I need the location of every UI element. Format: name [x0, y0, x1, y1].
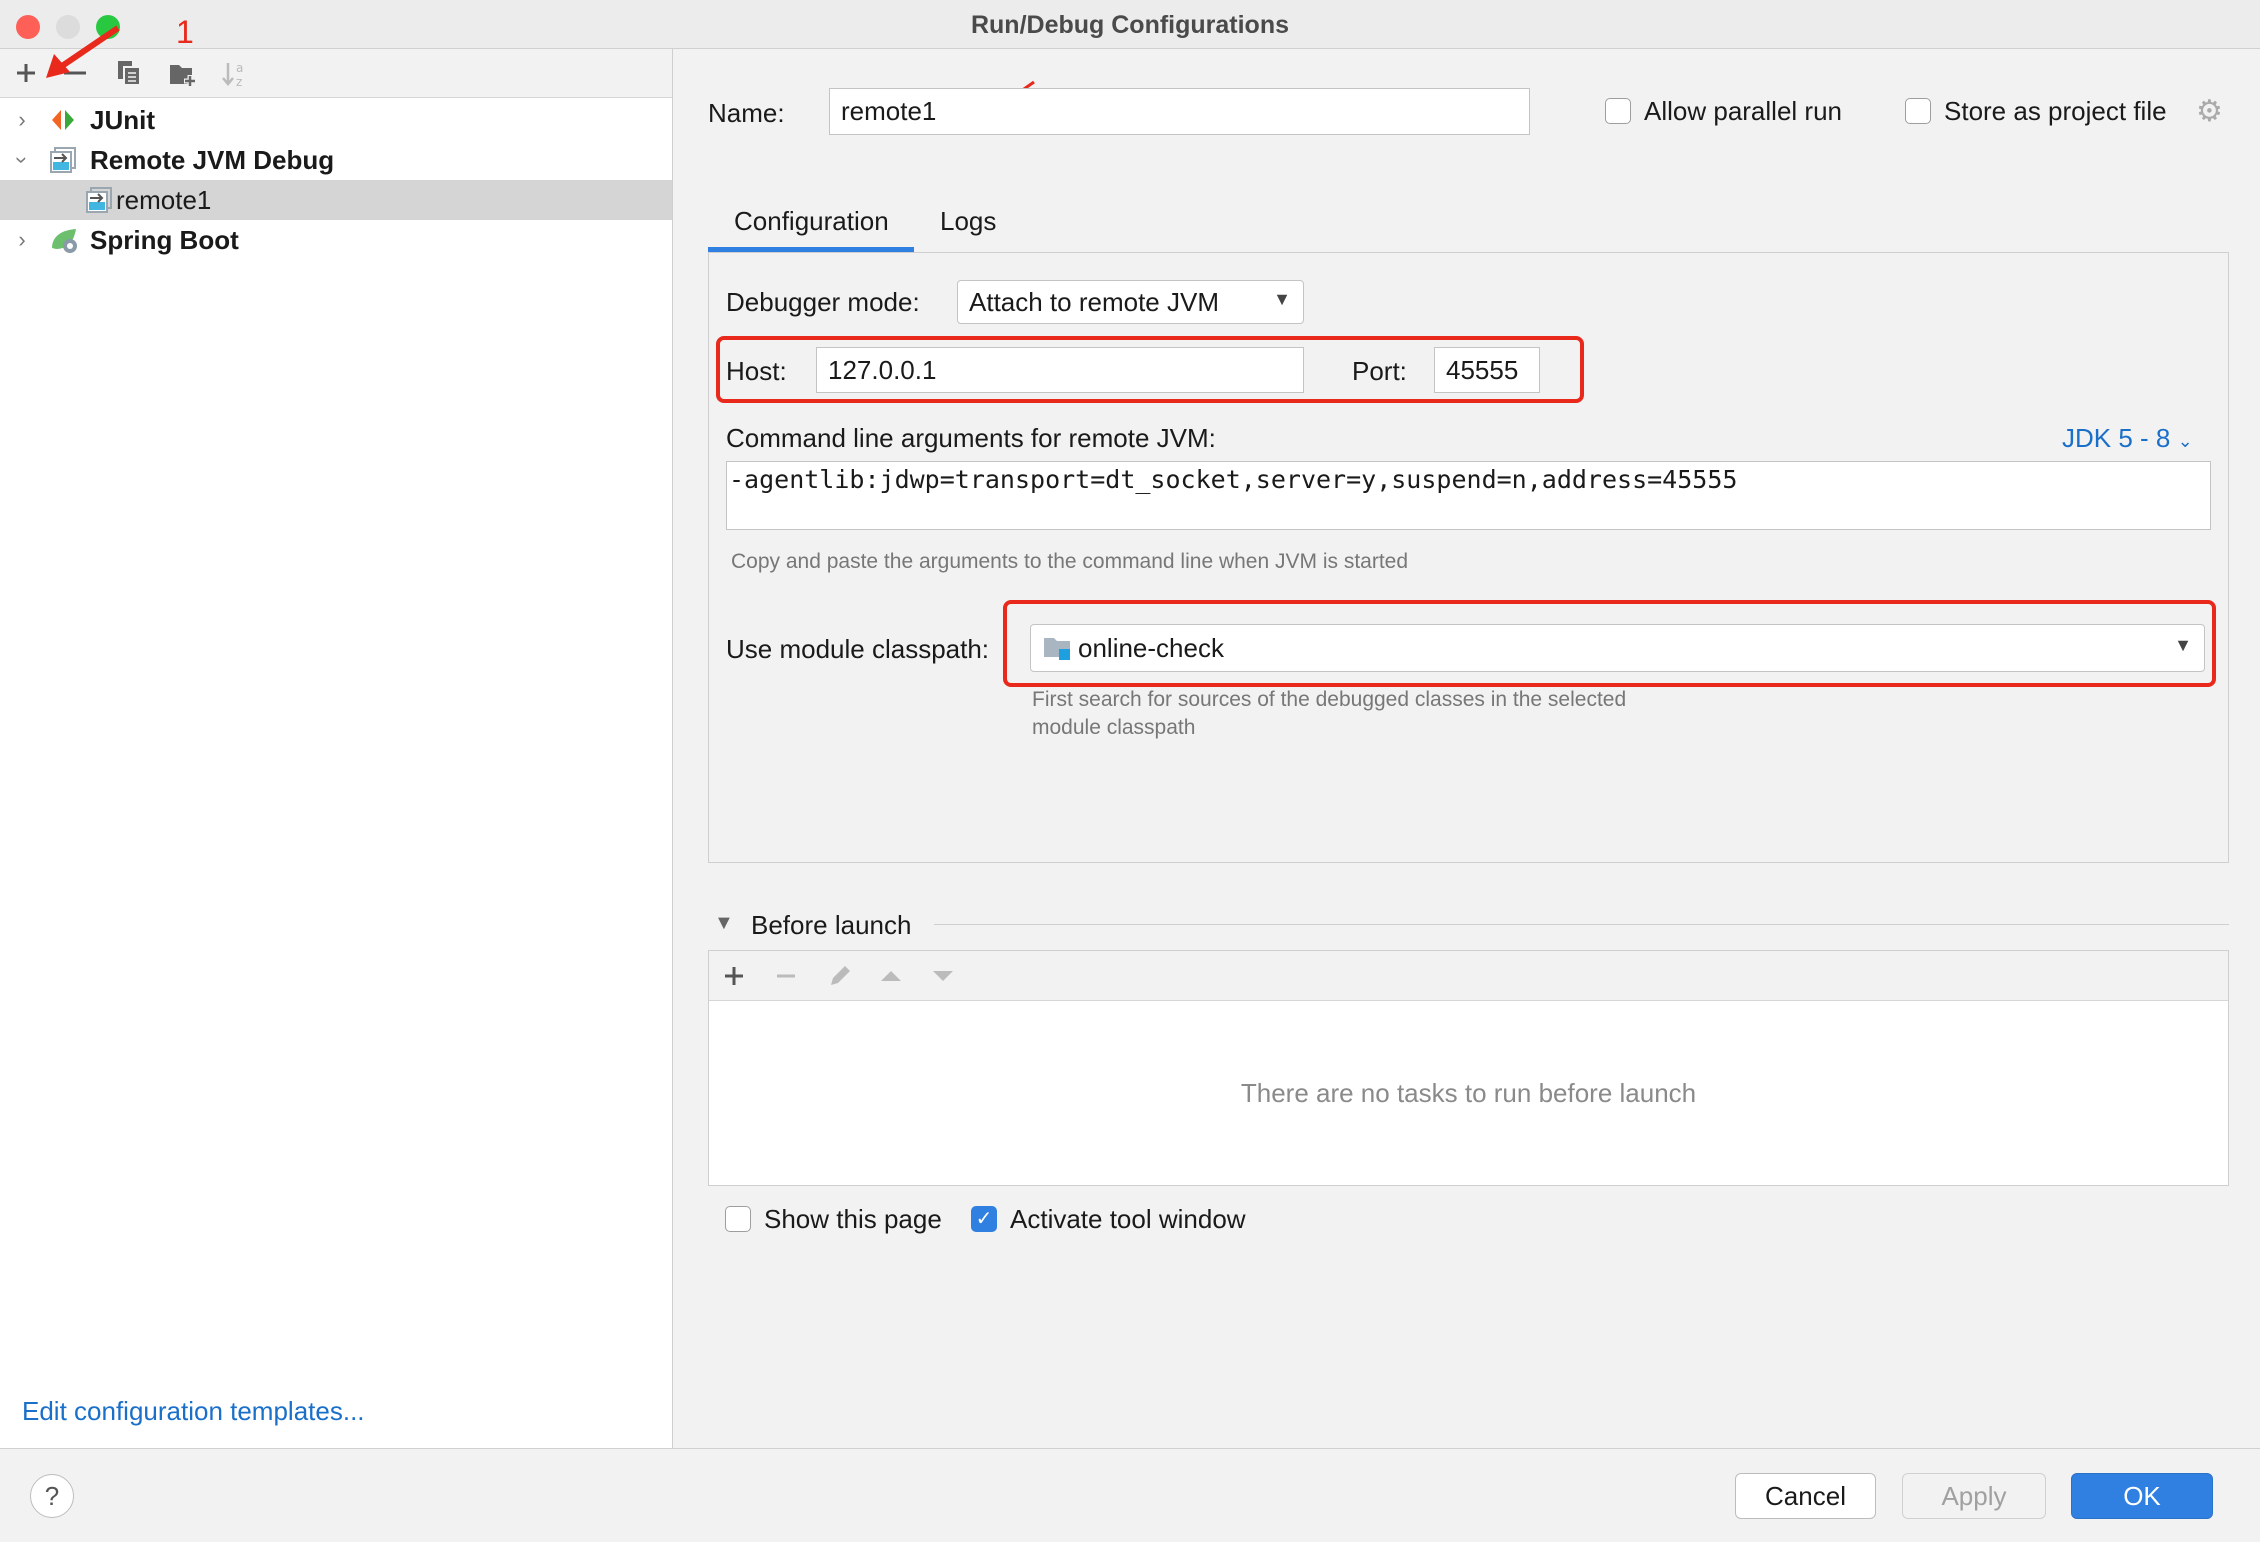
- allow-parallel-run-label: Allow parallel run: [1644, 96, 1842, 126]
- tree-item-label: Spring Boot: [90, 224, 239, 255]
- jdk-version-link[interactable]: JDK 5 - 8 ⌄: [2062, 423, 2193, 454]
- tree-item-spring-boot[interactable]: › Spring Boot: [0, 220, 672, 260]
- minus-icon[interactable]: [775, 965, 797, 987]
- before-launch-title: Before launch: [751, 910, 912, 940]
- module-classpath-select[interactable]: online-check ▼: [1030, 624, 2205, 672]
- gear-icon[interactable]: ⚙: [2196, 94, 2223, 129]
- jdk-version-text: JDK 5 - 8: [2062, 423, 2171, 453]
- module-classpath-label: Use module classpath:: [726, 634, 990, 664]
- move-down-icon[interactable]: [931, 967, 955, 985]
- configuration-sidebar: az › JUnit › Remote JVM Debug remote1 › …: [0, 49, 673, 1448]
- spring-boot-icon: [52, 229, 77, 253]
- collapse-triangle-icon[interactable]: ▼: [714, 912, 734, 935]
- divider: [0, 1448, 2260, 1449]
- port-input[interactable]: 45555: [1434, 347, 1540, 393]
- tab-configuration[interactable]: Configuration: [734, 206, 889, 237]
- command-line-args-hint: Copy and paste the arguments to the comm…: [731, 550, 1409, 573]
- annotation-step-label: 1: [176, 14, 194, 50]
- activate-tool-window-label: Activate tool window: [1010, 1204, 1246, 1234]
- before-launch-toolbar: [709, 951, 2228, 1001]
- command-line-args-label: Command line arguments for remote JVM:: [726, 423, 1216, 453]
- chevron-right-icon[interactable]: ›: [12, 227, 32, 253]
- plus-icon[interactable]: [723, 965, 745, 987]
- port-value: 45555: [1446, 354, 1519, 385]
- edit-pencil-icon[interactable]: [827, 963, 853, 989]
- port-label: Port:: [1352, 356, 1407, 386]
- dropdown-arrow-icon: ▼: [1273, 289, 1291, 309]
- store-as-project-file-checkbox[interactable]: [1905, 98, 1931, 124]
- module-classpath-hint: First search for sources of the debugged…: [1032, 688, 1627, 711]
- host-value: 127.0.0.1: [828, 354, 937, 385]
- apply-button[interactable]: Apply: [1902, 1473, 2046, 1519]
- help-button[interactable]: ?: [30, 1474, 74, 1518]
- name-value: remote1: [841, 96, 937, 126]
- cancel-button[interactable]: Cancel: [1735, 1473, 1876, 1519]
- command-line-args-textarea[interactable]: -agentlib:jdwp=transport=dt_socket,serve…: [726, 461, 2211, 530]
- chevron-down-icon: ⌄: [2177, 431, 2193, 451]
- activate-tool-window-checkbox[interactable]: ✓: [971, 1206, 997, 1232]
- tab-logs[interactable]: Logs: [940, 206, 996, 237]
- debugger-mode-value: Attach to remote JVM: [969, 286, 1219, 317]
- show-this-page-checkbox[interactable]: [725, 1206, 751, 1232]
- command-line-args-value: -agentlib:jdwp=transport=dt_socket,serve…: [729, 465, 1738, 494]
- debugger-mode-select[interactable]: Attach to remote JVM ▼: [957, 280, 1304, 324]
- name-input[interactable]: remote1: [829, 88, 1530, 135]
- before-launch-panel: There are no tasks to run before launch: [708, 950, 2229, 1186]
- module-classpath-value: online-check: [1078, 632, 1224, 663]
- divider: [934, 924, 2229, 925]
- debugger-mode-label: Debugger mode:: [726, 287, 920, 317]
- module-classpath-hint-2: module classpath: [1032, 716, 1196, 739]
- name-label: Name:: [708, 98, 785, 128]
- host-label: Host:: [726, 356, 787, 386]
- store-as-project-file-label: Store as project file: [1944, 96, 2167, 126]
- dropdown-arrow-icon: ▼: [2174, 635, 2192, 655]
- host-input[interactable]: 127.0.0.1: [816, 347, 1304, 393]
- before-launch-empty-message: There are no tasks to run before launch: [709, 1001, 2228, 1185]
- show-this-page-label: Show this page: [764, 1204, 942, 1234]
- ok-button[interactable]: OK: [2071, 1473, 2213, 1519]
- module-folder-icon: [1044, 638, 1070, 660]
- edit-configuration-templates-link[interactable]: Edit configuration templates...: [22, 1396, 365, 1427]
- allow-parallel-run-checkbox[interactable]: [1605, 98, 1631, 124]
- move-up-icon[interactable]: [879, 967, 903, 985]
